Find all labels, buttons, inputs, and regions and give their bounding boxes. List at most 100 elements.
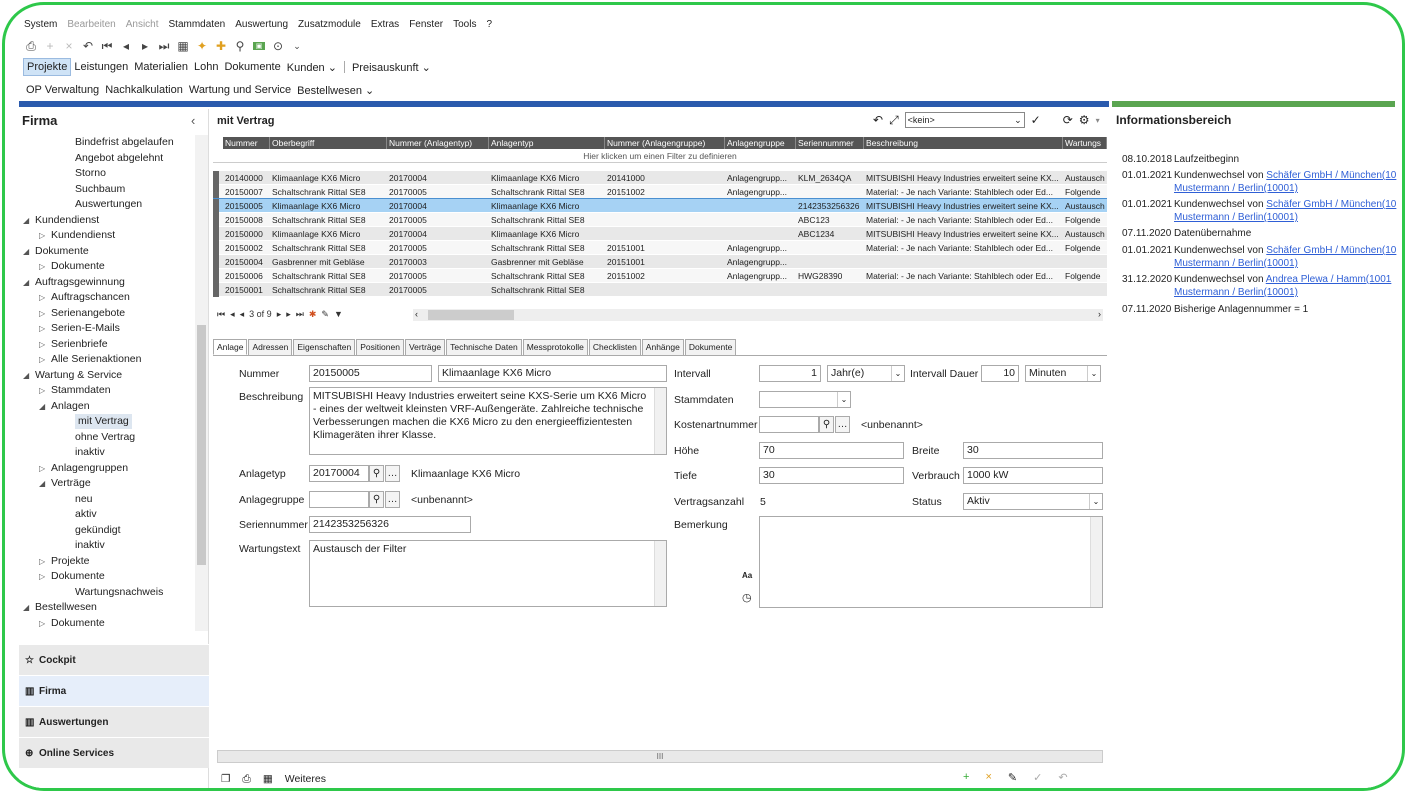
tree-node[interactable]: aktiv bbox=[75, 507, 97, 522]
kostenart-search-icon[interactable]: ⚲ bbox=[819, 416, 834, 433]
pin-icon[interactable]: ✚ bbox=[215, 39, 227, 53]
info-entry-link[interactable]: Schäfer GmbH / München(10 bbox=[1266, 170, 1396, 181]
next-page-icon[interactable]: ▸ bbox=[286, 309, 291, 320]
tree-node[interactable]: ▷ Serienangebote bbox=[39, 306, 125, 321]
status-select[interactable]: Aktiv ⌄ bbox=[963, 493, 1103, 510]
anlagetyp-more-button[interactable]: … bbox=[385, 465, 400, 482]
tree-node[interactable]: Bindefrist abgelaufen bbox=[75, 135, 174, 150]
bookmark-icon[interactable]: ✱ bbox=[309, 309, 317, 320]
scroll-left-icon[interactable]: ‹ bbox=[415, 309, 418, 319]
tree-arrow-icon[interactable]: ▷ bbox=[39, 228, 51, 243]
nav-section-firma[interactable]: ▥ Firma bbox=[19, 675, 209, 706]
bemerkung-scrollbar[interactable] bbox=[1090, 517, 1102, 607]
edit-icon[interactable]: ✎ bbox=[321, 309, 329, 320]
form-hscroll[interactable]: III bbox=[217, 750, 1103, 763]
cancel-icon[interactable]: × bbox=[985, 771, 991, 784]
wartungstext-scrollbar[interactable] bbox=[654, 541, 666, 606]
tab-messprotokolle[interactable]: Messprotokolle bbox=[522, 339, 588, 355]
ribbon-item[interactable]: Bestellwesen ⌄ bbox=[294, 82, 377, 99]
check-icon[interactable]: ✓ bbox=[1031, 113, 1041, 127]
tree-arrow-icon[interactable]: ◢ bbox=[23, 600, 35, 615]
nav-section-auswertungen[interactable]: ▥ Auswertungen bbox=[19, 706, 209, 737]
table-row[interactable]: 20150006 Schaltschrank Rittal SE8 20170005… bbox=[213, 269, 1107, 283]
add-icon[interactable]: + bbox=[44, 39, 56, 53]
tree-node[interactable]: Storno bbox=[75, 166, 106, 181]
tree-arrow-icon[interactable]: ◢ bbox=[23, 368, 35, 383]
tree-node[interactable]: Wartungsnachweis bbox=[75, 585, 163, 600]
last-record-icon[interactable]: ⏭ bbox=[158, 39, 170, 54]
tree-node[interactable]: ▷ Dokumente bbox=[39, 259, 105, 274]
prev-record-icon[interactable]: ◂ bbox=[120, 39, 132, 53]
ribbon-item[interactable]: Dokumente bbox=[221, 59, 283, 75]
tab-eigenschaften[interactable]: Eigenschaften bbox=[293, 339, 356, 355]
tree-arrow-icon[interactable]: ▷ bbox=[39, 321, 51, 336]
table-row[interactable]: 20150008 Schaltschrank Rittal SE8 20170005… bbox=[213, 213, 1107, 227]
next-record-icon[interactable]: ▸ bbox=[139, 39, 151, 53]
table-row[interactable]: 20150000 Klimaanlage KX6 Micro 20170004 Kli… bbox=[213, 227, 1107, 241]
collapse-chevron-icon[interactable]: ‹ bbox=[191, 113, 195, 128]
tree-arrow-icon[interactable]: ◢ bbox=[39, 399, 51, 414]
clock-icon[interactable]: ◷ bbox=[742, 591, 752, 604]
menu-item[interactable]: Stammdaten bbox=[164, 19, 231, 35]
tool-icon[interactable]: ✦ bbox=[196, 39, 208, 53]
tab-positionen[interactable]: Positionen bbox=[356, 339, 404, 355]
print-icon[interactable]: ⎙ bbox=[25, 39, 37, 54]
tree-node[interactable]: ▷ Serienbriefe bbox=[39, 337, 108, 352]
next-icon[interactable]: ▸ bbox=[277, 309, 282, 320]
ribbon-item[interactable]: Lohn bbox=[191, 59, 221, 75]
print-icon[interactable]: ⎙ bbox=[242, 773, 250, 786]
filter-wand-icon[interactable]: ⤢ bbox=[889, 113, 899, 128]
nummer-field[interactable]: 20150005 bbox=[309, 365, 432, 382]
table-row[interactable]: 20150005 Klimaanlage KX6 Micro 20170004 Kli… bbox=[213, 198, 1107, 214]
tab-technische-daten[interactable]: Technische Daten bbox=[446, 339, 522, 355]
verbrauch-field[interactable]: 1000 kW bbox=[963, 467, 1103, 484]
tree-node[interactable]: ◢ Auftragsgewinnung bbox=[23, 275, 125, 290]
tree-node[interactable]: ▷ Auftragschancen bbox=[39, 290, 130, 305]
last-page-icon[interactable]: ⏭ bbox=[296, 309, 304, 320]
grid-column-header[interactable]: Seriennummer bbox=[796, 137, 864, 149]
menu-item[interactable]: Zusatzmodule bbox=[293, 19, 366, 35]
tab-anhänge[interactable]: Anhänge bbox=[641, 339, 684, 355]
kostenart-field[interactable] bbox=[759, 416, 819, 433]
chevron-down-icon[interactable]: ⌄ bbox=[291, 41, 303, 52]
tree-node[interactable]: ◢ Verträge bbox=[39, 476, 91, 491]
scroll-right-icon[interactable]: › bbox=[1098, 309, 1101, 319]
delete-icon[interactable]: × bbox=[63, 39, 75, 53]
add-icon[interactable]: + bbox=[963, 771, 969, 784]
search-icon[interactable]: ⚲ bbox=[234, 39, 246, 53]
table-row[interactable]: 20150007 Schaltschrank Rittal SE8 20170005… bbox=[213, 185, 1107, 199]
tree-arrow-icon[interactable]: ▷ bbox=[39, 616, 51, 631]
tree-arrow-icon[interactable]: ◢ bbox=[23, 244, 35, 259]
undo-icon[interactable]: ↶ bbox=[82, 39, 94, 53]
tab-checklisten[interactable]: Checklisten bbox=[588, 339, 641, 355]
table-row[interactable]: 20140000 Klimaanlage KX6 Micro 20170004 Kli… bbox=[213, 171, 1107, 185]
tab-verträge[interactable]: Verträge bbox=[404, 339, 446, 355]
info-entry-link[interactable]: Andrea Plewa / Hamm(1001 bbox=[1266, 274, 1392, 285]
menu-item[interactable]: Tools bbox=[448, 19, 481, 35]
tree-node[interactable]: ▷ Dokumente bbox=[39, 616, 105, 631]
copy-icon[interactable]: ❐ bbox=[221, 773, 230, 785]
tree-node[interactable]: ▷ Stammdaten bbox=[39, 383, 111, 398]
tree-arrow-icon[interactable]: ▷ bbox=[39, 306, 51, 321]
tree-node[interactable]: mit Vertrag bbox=[75, 414, 132, 429]
intervall-field[interactable]: 1 bbox=[759, 365, 821, 382]
undo-icon[interactable]: ↶ bbox=[873, 113, 883, 127]
grid-hscroll[interactable]: ‹ › bbox=[413, 309, 1103, 321]
tree-node[interactable]: ▷ Kundendienst bbox=[39, 228, 115, 243]
ribbon-item[interactable]: Projekte bbox=[23, 58, 72, 76]
intervall-unit-select[interactable]: Jahr(e) ⌄ bbox=[827, 365, 905, 382]
tab-dokumente[interactable]: Dokumente bbox=[684, 339, 737, 355]
menu-item[interactable]: Extras bbox=[366, 19, 404, 35]
tree-node[interactable]: ◢ Kundendienst bbox=[23, 213, 99, 228]
info-entry-link[interactable]: Mustermann / Berlin(10001) bbox=[1174, 258, 1298, 269]
anlagegruppe-more-button[interactable]: … bbox=[385, 491, 400, 508]
tree-node[interactable]: ohne Vertrag bbox=[75, 430, 135, 445]
kostenart-more-button[interactable]: … bbox=[835, 416, 850, 433]
map-icon[interactable]: ▣ bbox=[253, 42, 265, 50]
menu-item[interactable]: Bearbeiten bbox=[62, 19, 120, 35]
calendar-icon[interactable]: ▦ bbox=[177, 39, 189, 53]
tree-node[interactable]: ◢ Dokumente bbox=[23, 244, 89, 259]
tree-node[interactable]: ◢ Anlagen bbox=[39, 399, 90, 414]
info-entry-link[interactable]: Schäfer GmbH / München(10 bbox=[1266, 245, 1396, 256]
gear-icon[interactable]: ⚙ bbox=[1079, 113, 1090, 127]
